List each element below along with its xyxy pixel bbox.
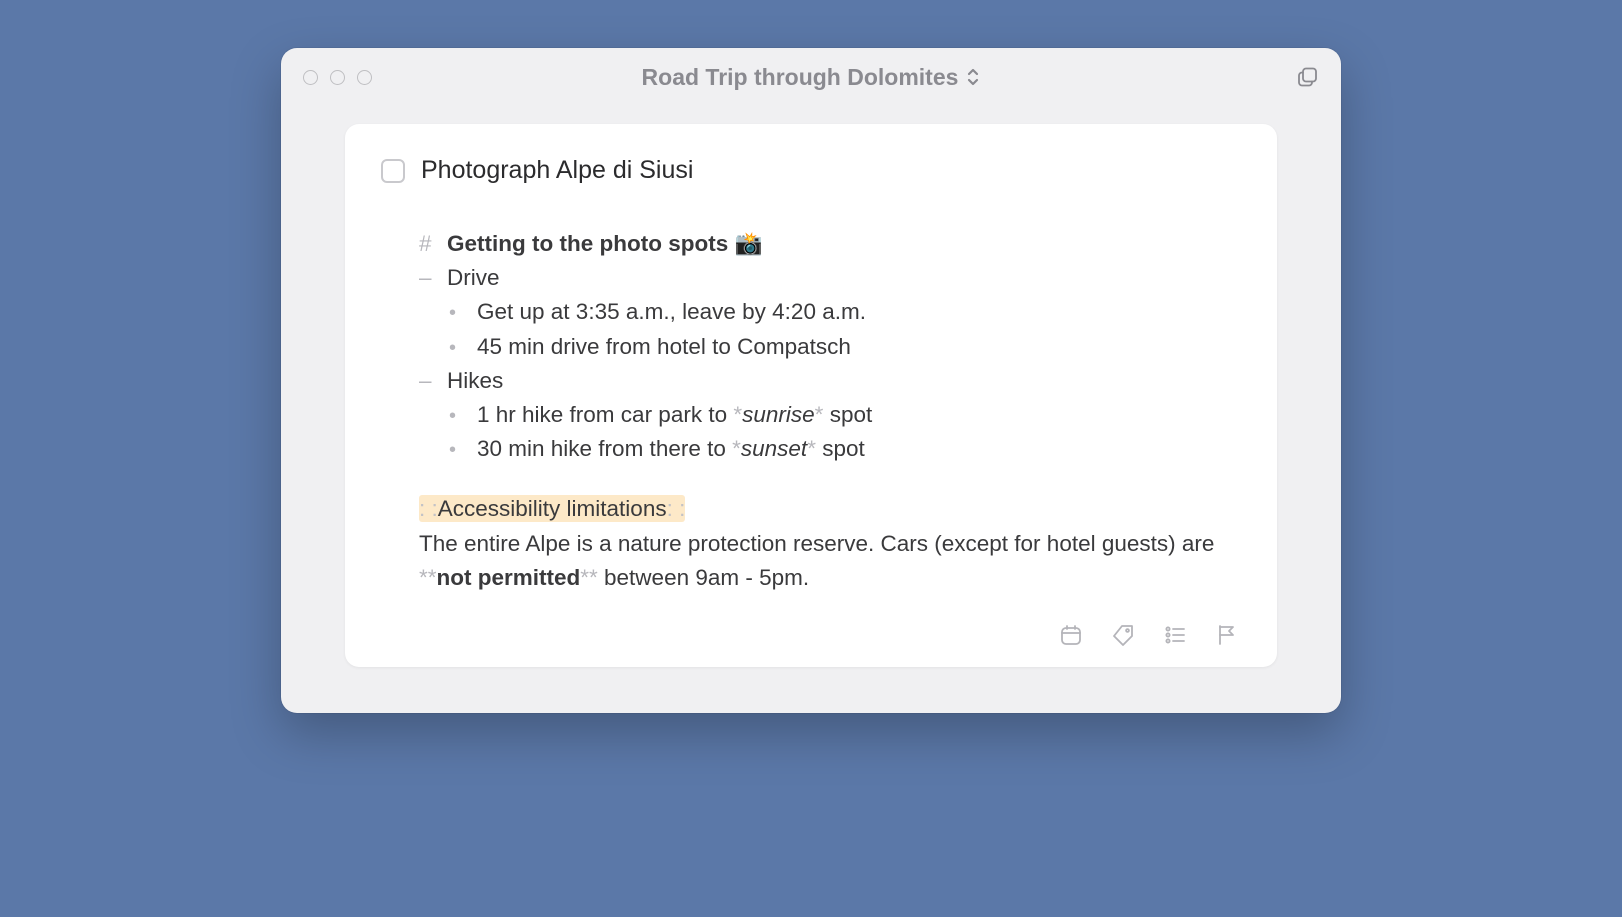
heading-line: # Getting to the photo spots 📸 — [419, 227, 1241, 261]
expand-button[interactable] — [1297, 66, 1319, 88]
calendar-icon[interactable] — [1059, 623, 1083, 647]
titlebar: Road Trip through Dolomites — [281, 48, 1341, 102]
bold-marker: ** — [419, 565, 437, 590]
highlight-marker: : : — [419, 496, 438, 521]
tag-icon[interactable] — [1111, 623, 1135, 647]
close-window-button[interactable] — [303, 70, 318, 85]
task-card: Photograph Alpe di Siusi # Getting to th… — [345, 124, 1277, 667]
task-title[interactable]: Photograph Alpe di Siusi — [421, 156, 693, 185]
checklist-icon[interactable] — [1163, 623, 1187, 647]
list-item-em: sunrise — [742, 402, 815, 427]
heading-marker: # — [419, 227, 447, 261]
dash-marker: – — [419, 364, 447, 398]
star-marker: * — [733, 402, 742, 427]
highlight-span: : :Accessibility limitations: : — [419, 495, 685, 522]
paragraph-bold: not permitted — [437, 565, 581, 590]
heading-text: Getting to the photo spots — [447, 231, 728, 256]
paragraph-block: : :Accessibility limitations: : The enti… — [419, 492, 1241, 595]
section-hikes: – Hikes — [419, 364, 1241, 398]
highlight-text: Accessibility limitations — [438, 496, 667, 521]
zoom-window-button[interactable] — [357, 70, 372, 85]
note-body[interactable]: # Getting to the photo spots 📸 – Drive •… — [381, 227, 1241, 595]
list-item-text: Get up at 3:35 a.m., leave by 4:20 a.m. — [477, 295, 866, 329]
star-marker: * — [807, 436, 816, 461]
window-title-text: Road Trip through Dolomites — [642, 64, 959, 91]
section-drive: – Drive — [419, 261, 1241, 295]
list-item-pre: 1 hr hike from car park to — [477, 402, 733, 427]
section-label: Drive — [447, 261, 500, 295]
flag-icon[interactable] — [1215, 623, 1239, 647]
task-header: Photograph Alpe di Siusi — [381, 156, 1241, 185]
list-item: • Get up at 3:35 a.m., leave by 4:20 a.m… — [419, 295, 1241, 329]
bullet-marker: • — [449, 435, 477, 465]
minimize-window-button[interactable] — [330, 70, 345, 85]
traffic-lights — [303, 70, 372, 85]
list-item: • 45 min drive from hotel to Compatsch — [419, 330, 1241, 364]
chevron-up-down-icon — [966, 67, 980, 87]
paragraph-post: between 9am - 5pm. — [598, 565, 809, 590]
bold-marker: ** — [580, 565, 598, 590]
bullet-marker: • — [449, 401, 477, 431]
section-label: Hikes — [447, 364, 503, 398]
camera-emoji: 📸 — [734, 231, 762, 256]
paragraph-pre: The entire Alpe is a nature protection r… — [419, 531, 1214, 556]
bullet-marker: • — [449, 298, 477, 328]
list-item: • 1 hr hike from car park to *sunrise* s… — [419, 398, 1241, 432]
card-toolbar — [381, 623, 1241, 647]
list-item-text: 45 min drive from hotel to Compatsch — [477, 330, 851, 364]
list-item: • 30 min hike from there to *sunset* spo… — [419, 432, 1241, 466]
task-checkbox[interactable] — [381, 159, 405, 183]
highlight-marker: : : — [667, 496, 686, 521]
bullet-marker: • — [449, 333, 477, 363]
list-item-post: spot — [823, 402, 872, 427]
list-item-pre: 30 min hike from there to — [477, 436, 732, 461]
list-item-post: spot — [816, 436, 865, 461]
window-title-dropdown[interactable]: Road Trip through Dolomites — [642, 64, 981, 91]
list-item-em: sunset — [741, 436, 807, 461]
star-marker: * — [732, 436, 741, 461]
dash-marker: – — [419, 261, 447, 295]
app-window: Road Trip through Dolomites Photograph A… — [281, 48, 1341, 713]
